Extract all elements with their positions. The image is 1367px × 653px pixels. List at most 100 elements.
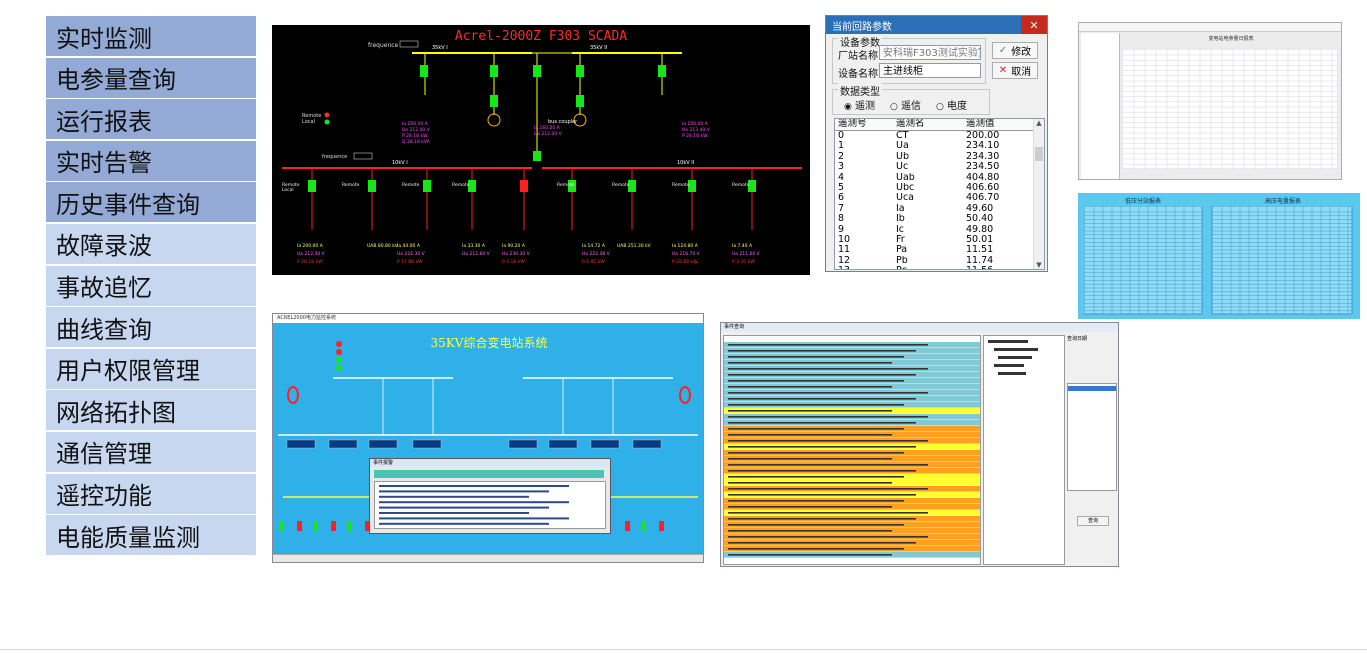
high-report-title: 高压电量报表 [1264,198,1301,205]
table-cell: Ubc [896,182,915,193]
table-cell: 8 [838,214,845,225]
menu-item[interactable]: 用户权限管理 [46,348,256,389]
table-row[interactable]: 1 Ua 234.10 [835,141,1044,151]
loop-params-dialog: 当前回路参数 ✕ 设备参数 厂站名称: 安科瑞F303测试实验室 设备名称: 主… [825,15,1048,272]
svg-text:P 28.18 kW: P 28.18 kW [682,133,708,139]
table-row[interactable]: 13Pc11.56 [835,266,1044,269]
table-cell: 406.60 [966,182,1000,193]
query-date-label: 查询日期 [1067,336,1088,342]
svg-text:P 5.85 kW: P 5.85 kW [582,259,605,265]
check-icon: ✓ [998,45,1008,56]
report-title: 变电站电参量日报表 [1208,36,1254,42]
menu-item[interactable]: 故障录波 [46,223,256,264]
svg-text:frequence: frequence [322,154,347,160]
table-row[interactable]: 7 Ia 49.60 [835,204,1044,214]
table-row[interactable]: 9 Ic 49.80 [835,225,1044,235]
event-query-screenshot: 事件查询 查询日期 查询 [720,322,1119,567]
menu-item[interactable]: 遥控功能 [46,473,256,514]
table-row[interactable]: 4 Uab 404.80 [835,173,1044,183]
energy-report-grids [1084,206,1353,315]
table-scrollbar[interactable]: ▲ ▼ [1033,119,1044,269]
scroll-down-icon[interactable]: ▼ [1034,261,1044,269]
table-header: 遥测号 遥测名 遥测值 [835,119,1044,131]
svg-text:Ia 200.00 A: Ia 200.00 A [297,243,324,249]
menu-item[interactable]: 事故追忆 [46,265,256,306]
table-cell: 11.51 [966,245,994,256]
close-icon[interactable]: ✕ [1021,16,1047,34]
device-field[interactable]: 主进线柜 [879,63,981,78]
table-cell: Uca [896,193,914,204]
alarm-popup-banner [374,470,604,478]
modify-button[interactable]: ✓ 修改 [992,42,1038,59]
table-cell: 234.10 [966,141,1000,152]
table-cell: 11.56 [966,266,1026,269]
table-row[interactable]: 8 Ib 50.40 [835,214,1044,224]
menu-item[interactable]: 历史事件查询 [46,182,256,223]
table-cell: 406.70 [966,193,1000,204]
station-label: 厂站名称: [838,51,882,62]
table-row[interactable]: 10 Fr 50.01 [835,235,1044,245]
table-cell: Pa [896,245,908,256]
table-cell: 50.01 [966,234,994,245]
radio-checked-icon: ◉ [844,102,852,112]
modify-button-label: 修改 [1011,47,1032,58]
data-type-label: 数据类型 [838,83,882,98]
radio-unchecked-icon: ○ [890,102,898,112]
table-cell: 234.50 [966,162,1000,173]
radio-telemetry[interactable]: ◉ 遥测 [844,97,875,112]
menu-item[interactable]: 实时告警 [46,140,256,181]
svg-text:Remote: Remote [732,182,750,188]
svg-text:Ua 212.40 V: Ua 212.40 V [402,127,431,133]
radio-energy[interactable]: ○ 电度 [936,97,967,112]
alarm-popup: 事件报警 [369,458,611,534]
svg-text:Ia 44.00 A: Ia 44.00 A [397,243,421,249]
dialog-titlebar: 当前回路参数 ✕ [826,16,1047,34]
table-row[interactable]: 11 Pa 11.51 [835,245,1044,255]
table-row[interactable]: 0 CT 200.00 [835,131,1044,141]
menu-item[interactable]: 运行报表 [46,99,256,140]
table-cell: 200.00 [966,131,1000,141]
menu-item[interactable]: 电能质量监测 [46,515,256,556]
menu-item[interactable]: 电参量查询 [46,57,256,98]
svg-text:UAB 80.80 kV: UAB 80.80 kV [367,243,399,249]
svg-text:Ua 230.30 V: Ua 230.30 V [502,251,531,257]
scada-title: Acrel-2000Z F303 SCADA [455,29,627,44]
cancel-button[interactable]: ✕ 取消 [992,62,1038,79]
x-icon: ✕ [998,65,1008,76]
station-field[interactable]: 安科瑞F303测试实验室 [879,45,981,60]
radio-signal[interactable]: ○ 遥信 [890,97,921,112]
table-row[interactable]: 12 Pb 11.74 [835,256,1044,266]
scroll-up-icon[interactable]: ▲ [1034,119,1044,127]
dialog-title: 当前回路参数 [832,21,892,33]
svg-text:Remote: Remote [402,182,420,188]
svg-text:Local: Local [282,187,294,193]
table-row[interactable]: 2 Ub 234.30 [835,152,1044,162]
table-cell: 11.74 [966,255,994,266]
table-cell: Uc [896,162,909,173]
table-cell: 1 [838,141,845,152]
svg-text:Q 28.18 kVA: Q 28.18 kVA [402,139,431,145]
svg-text:Ia 90.20 A: Ia 90.20 A [502,243,526,249]
table-row[interactable]: 5 Ubc 406.60 [835,183,1044,193]
event-rows [724,342,980,558]
svg-text:Remote: Remote [342,182,360,188]
svg-text:Remote: Remote [557,182,575,188]
substation-35kv-screenshot: ACREL2000电力监控系统 35KV综合变电站系统 事件报警 [272,313,704,563]
menu-item[interactable]: 通信管理 [46,431,256,472]
table-body: 0 CT 200.00 1 Ua 234.10 2 Ub 234.30 3 Uc 234.50 4 Uab… [835,131,1044,269]
table-cell: 10 [838,234,851,245]
table-cell: Uab [896,172,915,183]
scroll-thumb[interactable] [1035,147,1043,161]
table-cell: 0 [838,131,845,141]
menu-item[interactable]: 网络拓扑图 [46,390,256,431]
bus-low1-label: 10kV I [392,160,408,166]
menu-item[interactable]: 实时监测 [46,16,256,56]
table-cell: 6 [838,193,845,204]
table-row[interactable]: 6 Uca 406.70 [835,193,1044,203]
table-cell: Ib [896,214,905,225]
column-header: 遥测名 [896,119,925,129]
query-button[interactable]: 查询 [1077,516,1109,526]
menu-item[interactable]: 曲线查询 [46,307,256,348]
table-row[interactable]: 3 Uc 234.50 [835,162,1044,172]
event-type-selected[interactable] [1068,386,1116,391]
